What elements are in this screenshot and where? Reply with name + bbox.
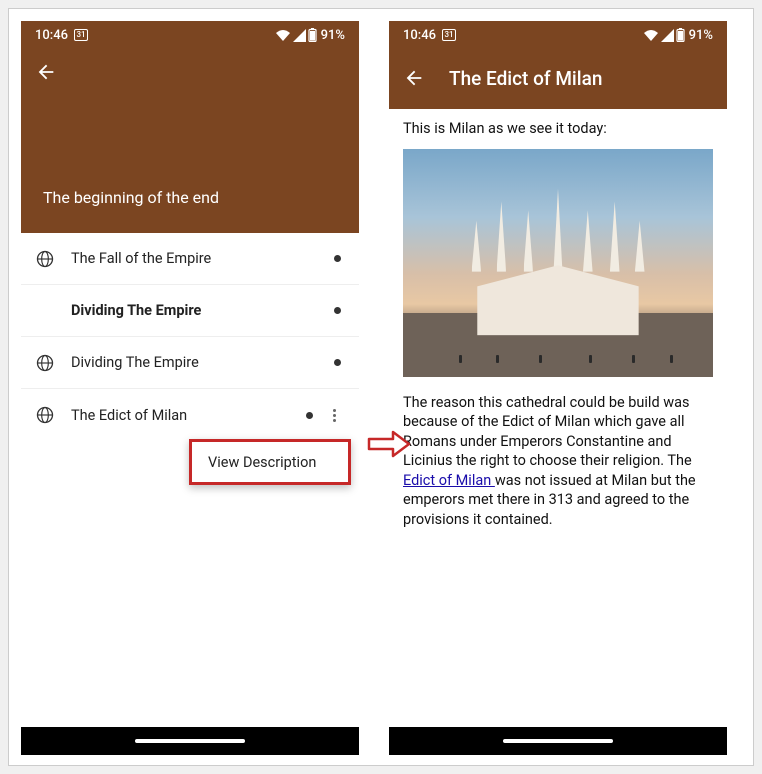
right-phone: 10:46 31 91% The Edict of Milan This is … [389, 21, 727, 755]
lesson-label: The Fall of the Empire [71, 250, 334, 267]
para-pre: The reason this cathedral could be build… [403, 394, 692, 470]
description-paragraph: The reason this cathedral could be build… [403, 393, 713, 530]
status-dot [334, 359, 341, 366]
lesson-label: The Edict of Milan [71, 407, 306, 424]
battery-percent: 91% [321, 28, 345, 43]
view-description-menu-item[interactable]: View Description [189, 439, 351, 485]
battery-icon [308, 28, 317, 42]
back-arrow-icon[interactable] [403, 67, 425, 89]
status-dot [334, 255, 341, 262]
section-label: Dividing The Empire [71, 302, 334, 319]
flow-arrow-icon [367, 429, 411, 459]
gesture-nav-bar [21, 727, 359, 755]
section-header-row[interactable]: Dividing The Empire [21, 285, 359, 337]
popup-label: View Description [208, 454, 316, 471]
intro-text: This is Milan as we see it today: [403, 119, 713, 139]
battery-percent: 91% [689, 28, 713, 43]
globe-icon [35, 249, 55, 269]
lesson-list: The Fall of the Empire Dividing The Empi… [21, 233, 359, 441]
left-phone: 10:46 31 91% The beginning of the end Th… [21, 21, 359, 755]
globe-icon [35, 353, 55, 373]
more-options-icon[interactable] [327, 409, 341, 422]
signal-icon [661, 29, 674, 42]
edict-of-milan-link[interactable]: Edict of Milan [403, 472, 495, 489]
milan-cathedral-image [403, 149, 713, 377]
hero-header: The beginning of the end [21, 49, 359, 233]
status-time: 10:46 [403, 28, 436, 43]
calendar-icon: 31 [442, 29, 456, 41]
back-arrow-icon[interactable] [35, 61, 57, 83]
status-bar: 10:46 31 91% [21, 21, 359, 49]
page-title: The beginning of the end [43, 188, 219, 207]
app-bar: The Edict of Milan [389, 49, 727, 109]
battery-icon [676, 28, 685, 42]
lesson-row[interactable]: Dividing The Empire [21, 337, 359, 389]
calendar-icon: 31 [74, 29, 88, 41]
signal-icon [293, 29, 306, 42]
lesson-row[interactable]: The Edict of Milan [21, 389, 359, 441]
lesson-row[interactable]: The Fall of the Empire [21, 233, 359, 285]
status-dot [334, 307, 341, 314]
wifi-icon [643, 29, 659, 42]
wifi-icon [275, 29, 291, 42]
status-bar: 10:46 31 91% [389, 21, 727, 49]
gesture-nav-bar [389, 727, 727, 755]
status-time: 10:46 [35, 28, 68, 43]
status-dot [306, 412, 313, 419]
description-content: This is Milan as we see it today: The re… [389, 109, 727, 540]
app-bar-title: The Edict of Milan [449, 67, 602, 90]
globe-icon [35, 405, 55, 425]
lesson-label: Dividing The Empire [71, 354, 334, 371]
